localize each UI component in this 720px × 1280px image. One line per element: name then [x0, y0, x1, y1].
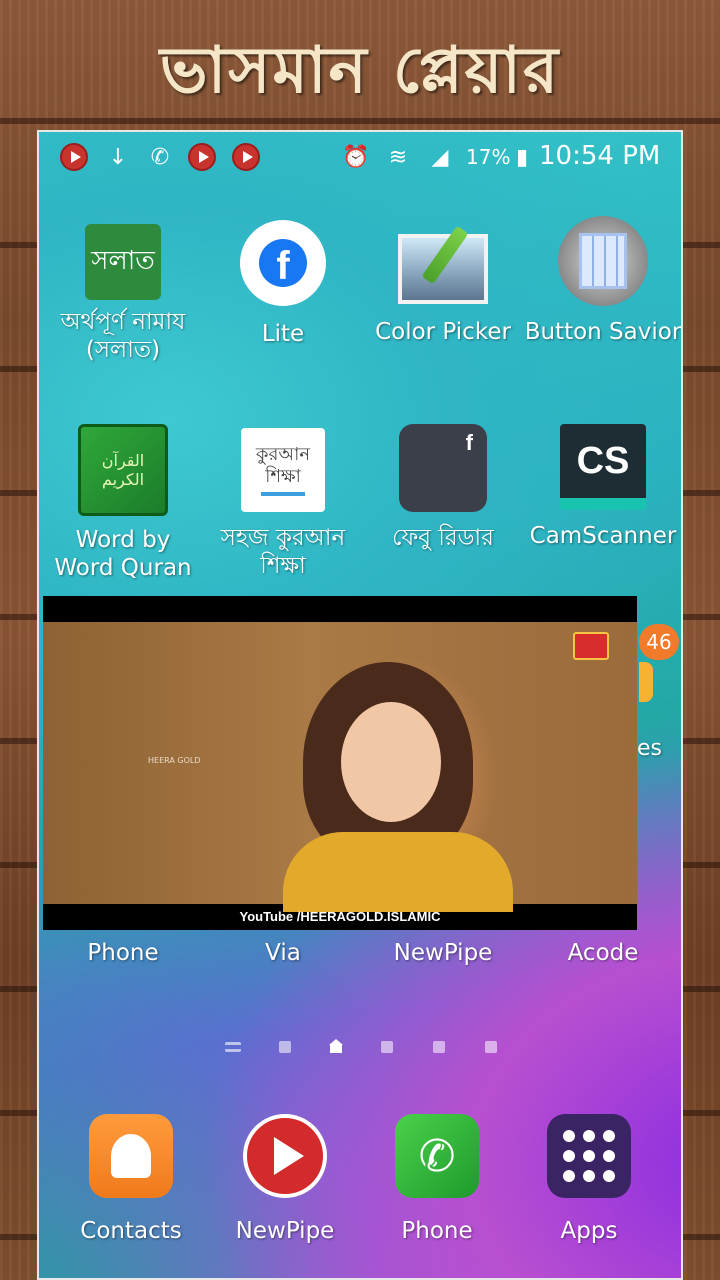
contacts-icon [89, 1114, 173, 1198]
app-acode-label[interactable]: Acode [523, 940, 681, 966]
app-label: ফেবু রিডার [392, 525, 494, 551]
battery-charging-icon: ▮ [515, 144, 529, 170]
quran-shikkha-icon-text: কুরআন শিক্ষা [255, 444, 311, 487]
page-menu-indicator[interactable] [225, 1042, 241, 1052]
app-salat[interactable]: সলাত অর্থপূর্ণ নামায (সলাত) [43, 216, 203, 364]
apps-grid-icon [547, 1114, 631, 1198]
page-dot[interactable] [279, 1041, 291, 1053]
channel-logo-icon [573, 632, 609, 660]
app-word-by-word-quran[interactable]: القرآن الكريم Word by Word Quran [43, 424, 203, 582]
newpipe-icon [59, 142, 89, 172]
quran-shikkha-icon: কুরআন শিক্ষা [241, 428, 325, 512]
floating-video-player[interactable]: HEERA GOLD YouTube /HEERAGOLD.ISLAMIC [43, 596, 637, 930]
dock-apps[interactable]: Apps [509, 1114, 669, 1244]
salat-icon-text: সলাত [91, 246, 155, 276]
video-caption: YouTube /HEERAGOLD.ISLAMIC [239, 909, 441, 924]
app-color-picker[interactable]: Color Picker [363, 216, 523, 346]
status-bar: ↓ ✆ ⏰ ≋ ◢ 17% ▮ 10:54 PM [39, 132, 681, 182]
facebook-f-glyph: f [259, 239, 307, 288]
page-dot[interactable] [433, 1041, 445, 1053]
call-icon: ✆ [150, 144, 170, 170]
hidden-app-icon[interactable] [639, 662, 653, 702]
app-facebook-lite[interactable]: f Lite [203, 216, 363, 348]
newpipe-icon [231, 142, 261, 172]
app-sohoj-quran[interactable]: কুরআন শিক্ষা সহজ কুরআন শিক্ষা [203, 424, 363, 580]
wifi-icon: ≋ [388, 144, 408, 170]
page-dot[interactable] [485, 1041, 497, 1053]
dock-contacts[interactable]: Contacts [51, 1114, 211, 1244]
phone-screen: ↓ ✆ ⏰ ≋ ◢ 17% ▮ 10:54 PM সলাত অর্থপূর্ণ … [37, 130, 683, 1280]
app-label: Lite [261, 321, 305, 347]
dock-label: Phone [401, 1218, 473, 1244]
phone-icon: ✆ [395, 1114, 479, 1198]
dock-label: Contacts [80, 1218, 182, 1244]
app-label: Word by Word Quran [54, 527, 192, 581]
app-button-savior[interactable]: Button Savior [523, 216, 682, 346]
app-febu-reader[interactable]: f ফেবু রিডার [363, 424, 523, 552]
battery-percent: 17% [466, 145, 511, 169]
alarm-icon: ⏰ [342, 144, 370, 170]
page-indicator[interactable] [39, 1037, 681, 1057]
dock-label: NewPipe [235, 1218, 335, 1244]
camscanner-icon: CS [560, 424, 646, 510]
dock-label: Apps [560, 1218, 618, 1244]
app-newpipe-label[interactable]: NewPipe [363, 940, 523, 966]
febu-f-glyph: f [465, 430, 473, 455]
banner-title: ভাসমান প্লেয়ার [159, 33, 561, 108]
app-camscanner[interactable]: CS CamScanner [523, 424, 681, 550]
quran-icon-text: القرآن الكريم [101, 451, 145, 489]
download-icon: ↓ [108, 144, 128, 170]
video-subject [283, 662, 513, 912]
button-savior-icon [558, 216, 648, 306]
clock: 10:54 PM [539, 141, 661, 171]
app-label: সহজ কুরআন শিক্ষা [220, 525, 346, 579]
app-label: Color Picker [375, 319, 511, 345]
home-page-icon[interactable] [329, 1039, 343, 1053]
newpipe-icon [243, 1114, 327, 1198]
dock-phone[interactable]: ✆ Phone [357, 1114, 517, 1244]
app-phone-label[interactable]: Phone [43, 940, 203, 966]
video-watermark: HEERA GOLD [148, 756, 201, 765]
camscanner-icon-text: CS [576, 439, 630, 482]
salat-app-icon: সলাত [85, 224, 161, 300]
notification-badge: 46 [639, 624, 679, 660]
color-picker-icon [398, 225, 488, 304]
febu-reader-icon: f [399, 424, 487, 512]
word-quran-icon: القرآن الكريم [78, 424, 168, 516]
app-via-label[interactable]: Via [203, 940, 363, 966]
hidden-app-label: es [637, 736, 662, 761]
page-dot[interactable] [381, 1041, 393, 1053]
video-frame[interactable]: HEERA GOLD [43, 622, 637, 912]
newpipe-icon [187, 142, 217, 172]
app-label: Button Savior [524, 319, 682, 345]
dock-newpipe[interactable]: NewPipe [205, 1114, 365, 1244]
app-label: অর্থপূর্ণ নামায (সলাত) [60, 309, 186, 363]
app-label: CamScanner [529, 523, 677, 549]
facebook-lite-icon: f [240, 220, 326, 306]
signal-icon: ◢ [431, 144, 449, 170]
